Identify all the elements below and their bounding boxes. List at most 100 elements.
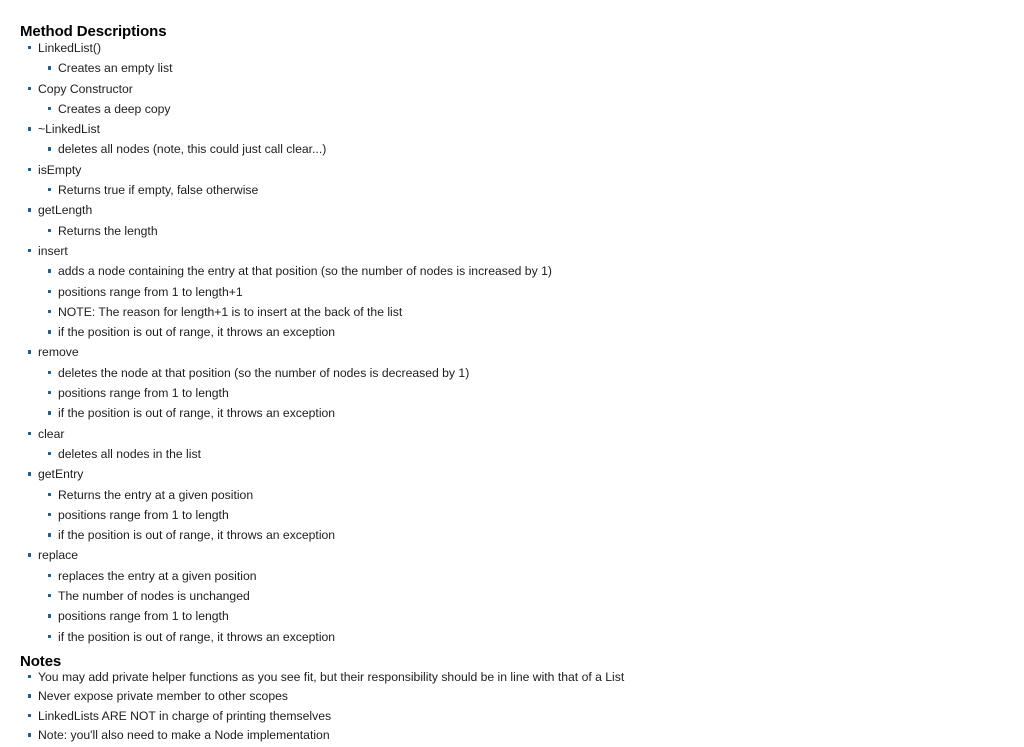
method-item-label: Creates an empty list — [58, 61, 173, 76]
method-item-label: The number of nodes is unchanged — [58, 589, 250, 604]
method-item: positions range from 1 to length — [0, 383, 1004, 403]
method-descriptions-list: LinkedList() Creates an empty list Copy Co… — [0, 38, 1004, 647]
method-item-label: remove — [38, 345, 79, 360]
method-item-label: insert — [38, 243, 68, 258]
note-item-label: Never expose private member to other sco… — [38, 689, 288, 704]
method-item: if the position is out of range, it thro… — [0, 627, 1004, 647]
note-item-label: LinkedLists ARE NOT in charge of printin… — [38, 708, 332, 723]
bullet-icon — [47, 391, 51, 395]
method-item: The number of nodes is unchanged — [0, 586, 1004, 606]
method-item-label: if the position is out of range, it thro… — [58, 528, 336, 543]
method-item: insert — [0, 241, 1004, 261]
method-item: Returns the length — [0, 221, 1004, 241]
bullet-icon — [47, 451, 51, 456]
note-item: LinkedLists ARE NOT in charge of printin… — [0, 707, 1004, 726]
method-item-label: NOTE: The reason for length+1 is to inse… — [58, 304, 403, 319]
method-item: if the position is out of range, it thro… — [0, 403, 1004, 423]
bullet-icon — [47, 188, 51, 192]
bullet-icon — [47, 634, 51, 638]
notes-list: You may add private helper functions as … — [0, 668, 1004, 746]
bullet-icon — [47, 289, 51, 293]
method-item-label: clear — [38, 426, 65, 441]
method-item-label: Creates a deep copy — [58, 101, 171, 116]
method-item: Creates an empty list — [0, 58, 1004, 78]
bullet-icon — [27, 694, 31, 698]
method-item-label: deletes all nodes (note, this could just… — [58, 142, 327, 157]
method-item: Returns the entry at a given position — [0, 485, 1004, 505]
bullet-icon — [27, 208, 31, 212]
method-item: positions range from 1 to length — [0, 505, 1004, 525]
bullet-icon — [27, 46, 31, 50]
method-item-label: adds a node containing the entry at that… — [58, 264, 552, 279]
method-item: adds a node containing the entry at that… — [0, 261, 1004, 281]
bullet-icon — [47, 370, 51, 375]
bullet-icon — [47, 106, 51, 111]
method-item-label: positions range from 1 to length — [58, 386, 229, 401]
method-item: ~LinkedList — [0, 119, 1004, 139]
method-item-label: if the position is out of range, it thro… — [58, 406, 336, 421]
method-item: deletes all nodes (note, this could just… — [0, 139, 1004, 159]
bullet-icon — [27, 167, 31, 172]
method-item-label: positions range from 1 to length — [58, 507, 229, 522]
method-item: getEntry — [0, 464, 1004, 484]
bullet-icon — [27, 431, 31, 436]
method-item-label: if the position is out of range, it thro… — [58, 325, 336, 340]
method-item-label: deletes all nodes in the list — [58, 446, 201, 461]
method-item-label: isEmpty — [38, 162, 82, 177]
bullet-icon — [27, 127, 31, 131]
method-item: LinkedList() — [0, 38, 1004, 58]
method-item: if the position is out of range, it thro… — [0, 322, 1004, 342]
method-item-label: if the position is out of range, it thro… — [58, 629, 336, 644]
method-item: remove — [0, 342, 1004, 362]
note-item: Note: you'll also need to make a Node im… — [0, 726, 1004, 745]
method-item-label: getEntry — [38, 467, 84, 482]
method-item: positions range from 1 to length — [0, 606, 1004, 626]
method-item-label: Returns true if empty, false otherwise — [58, 183, 259, 198]
method-item: NOTE: The reason for length+1 is to inse… — [0, 302, 1004, 322]
method-item: replace — [0, 545, 1004, 565]
method-item: isEmpty — [0, 160, 1004, 180]
method-item: Copy Constructor — [0, 79, 1004, 99]
method-item-label: replace — [38, 548, 78, 563]
bullet-icon — [47, 573, 51, 578]
method-item: Returns true if empty, false otherwise — [0, 180, 1004, 200]
method-item-label: deletes the node at that position (so th… — [58, 365, 470, 380]
method-item: clear — [0, 424, 1004, 444]
bullet-icon — [27, 553, 31, 557]
bullet-icon — [47, 492, 51, 496]
method-item: replaces the entry at a given position — [0, 566, 1004, 586]
method-item: Creates a deep copy — [0, 99, 1004, 119]
note-item: Never expose private member to other sco… — [0, 687, 1004, 706]
note-item: You may add private helper functions as … — [0, 668, 1004, 687]
bullet-icon — [27, 248, 31, 253]
bullet-icon — [27, 675, 31, 679]
bullet-icon — [47, 594, 51, 598]
method-item: positions range from 1 to length+1 — [0, 282, 1004, 302]
bullet-icon — [47, 309, 51, 314]
method-item: deletes the node at that position (so th… — [0, 363, 1004, 383]
bullet-icon — [27, 86, 31, 90]
method-item-label: replaces the entry at a given position — [58, 568, 257, 583]
bullet-icon — [47, 512, 51, 517]
method-item-label: ~LinkedList — [38, 122, 100, 137]
method-item: getLength — [0, 200, 1004, 220]
bullet-icon — [47, 147, 51, 151]
document-page: Method Descriptions LinkedList() Creates … — [0, 0, 1024, 747]
bullet-icon — [27, 472, 31, 476]
note-item-label: You may add private helper functions as … — [38, 670, 625, 684]
bullet-icon — [47, 330, 51, 334]
bullet-icon — [47, 269, 51, 273]
method-item-label: getLength — [38, 203, 93, 218]
bullet-icon — [47, 533, 51, 537]
bullet-icon — [27, 733, 31, 737]
bullet-icon — [47, 614, 51, 618]
bullet-icon — [47, 411, 51, 415]
bullet-icon — [47, 66, 51, 70]
method-item-label: Returns the length — [58, 223, 158, 238]
method-item: if the position is out of range, it thro… — [0, 525, 1004, 545]
bullet-icon — [27, 350, 31, 354]
method-item-label: LinkedList() — [38, 41, 101, 55]
note-item-label: Note: you'll also need to make a Node im… — [38, 728, 330, 743]
bullet-icon — [47, 228, 51, 233]
method-item-label: Copy Constructor — [38, 81, 133, 96]
